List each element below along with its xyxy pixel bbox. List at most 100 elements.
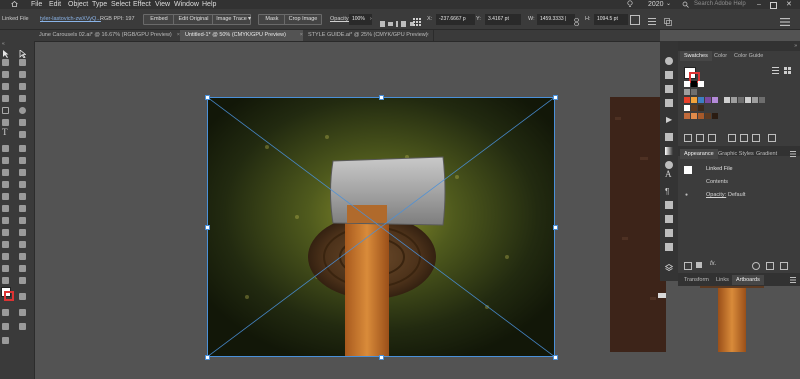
draw-normal-icon[interactable] [19, 309, 26, 316]
blob-brush-tool-icon[interactable] [19, 119, 26, 126]
tab-color-guide[interactable]: Color Guide [730, 51, 767, 61]
swatch-libraries-icon[interactable] [684, 134, 692, 142]
workspace-year[interactable]: 2020 [648, 0, 664, 9]
blend-tool-icon[interactable] [2, 241, 9, 248]
swatch[interactable] [684, 89, 690, 95]
add-effect-label[interactable]: fx. [710, 261, 716, 267]
stroke-swatch[interactable] [4, 291, 14, 301]
constrain-proportions-icon[interactable] [574, 15, 579, 26]
more-options-icon[interactable] [648, 15, 656, 25]
menu-help[interactable]: Help [202, 0, 216, 9]
selection-tool-icon[interactable] [2, 45, 9, 58]
handle-middle-right[interactable] [553, 225, 558, 230]
swatch[interactable] [691, 113, 697, 119]
measure-tool-icon[interactable] [19, 229, 26, 236]
graph-tool-icon[interactable] [2, 265, 9, 272]
color-panel-icon[interactable] [665, 57, 673, 65]
menu-select[interactable]: Select [111, 0, 130, 9]
direct-selection-tool-icon[interactable] [19, 45, 27, 59]
swatch[interactable] [684, 81, 690, 87]
tab-artboards[interactable]: Artboards [732, 275, 764, 285]
close-icon[interactable]: ✕ [786, 0, 792, 9]
artboard-tool-icon[interactable] [2, 277, 9, 284]
rotate-tool-icon[interactable] [2, 157, 9, 164]
swatch[interactable] [698, 113, 704, 119]
swatch[interactable] [691, 105, 697, 111]
reference-point-icon[interactable] [413, 15, 421, 26]
appearance-contents-label[interactable]: Contents [706, 179, 728, 185]
swatch[interactable] [691, 97, 697, 103]
live-paint-tool-icon[interactable] [19, 193, 26, 200]
gradient-tool-icon[interactable] [19, 217, 26, 224]
add-stroke-icon[interactable] [684, 262, 692, 270]
appearance-menu-icon[interactable] [790, 151, 796, 157]
swatch[interactable] [731, 97, 737, 103]
rectangle-tool-icon[interactable] [2, 107, 9, 114]
more-tools-icon[interactable] [19, 323, 26, 330]
reflect-tool-icon[interactable] [19, 157, 26, 164]
swatch[interactable] [705, 113, 711, 119]
tab-links[interactable]: Links [712, 275, 733, 285]
pathfinder-icon[interactable] [665, 243, 673, 251]
eraser-tool-icon[interactable] [2, 145, 9, 152]
opacity-chevron-icon[interactable]: › [370, 9, 372, 29]
shear-tool-icon[interactable] [19, 169, 26, 176]
stroke-panel-icon[interactable] [665, 133, 673, 141]
image-trace-button[interactable]: Image Trace [212, 14, 251, 25]
lightbulb-icon[interactable] [627, 0, 633, 8]
swatch[interactable] [684, 113, 690, 119]
scale-tool-icon[interactable] [2, 169, 9, 176]
swatch[interactable] [684, 97, 690, 103]
handle-bottom-right[interactable] [553, 355, 558, 360]
swatch[interactable] [698, 97, 704, 103]
delete-item-icon[interactable] [780, 262, 788, 270]
swatch[interactable] [698, 81, 704, 87]
transform-icon[interactable] [630, 15, 640, 25]
mask-button[interactable]: Mask [258, 14, 286, 25]
shape-builder-tool-icon[interactable] [2, 193, 9, 200]
arc-tool-icon[interactable] [19, 95, 26, 102]
appearance-opacity-label[interactable]: Opacity: [706, 192, 726, 198]
swap-fill-stroke-icon[interactable] [19, 293, 26, 300]
swatch[interactable] [712, 97, 718, 103]
type-tool-icon[interactable]: T [2, 127, 8, 137]
magic-wand-tool-icon[interactable] [2, 59, 9, 66]
ellipse-tool-icon[interactable] [19, 107, 26, 114]
handle-top-left[interactable] [205, 95, 210, 100]
menu-file[interactable]: File [31, 0, 42, 9]
scissors-tool-icon[interactable] [19, 145, 26, 152]
chevron-down-icon[interactable]: ⌄ [666, 0, 671, 9]
handle-middle-left[interactable] [205, 225, 210, 230]
swatch[interactable] [691, 81, 697, 87]
new-swatch-icon[interactable] [740, 134, 748, 142]
tab-color[interactable]: Color [710, 51, 731, 61]
add-anchor-tool-icon[interactable] [19, 71, 26, 78]
libraries-icon[interactable] [665, 71, 673, 79]
layers-icon[interactable] [664, 259, 674, 271]
swatch[interactable] [698, 105, 704, 111]
swatch[interactable] [759, 97, 765, 103]
delete-swatch-icon[interactable] [768, 134, 776, 142]
tab-transform[interactable]: Transform [680, 275, 713, 285]
paintbrush-tool-icon[interactable] [2, 119, 9, 126]
menu-view[interactable]: View [155, 0, 170, 9]
touch-type-tool-icon[interactable] [19, 131, 26, 138]
h-field[interactable]: 1094.5 pt [594, 14, 628, 25]
file-name-link[interactable]: tyler-lastovich-zwXVyQ... [40, 9, 101, 29]
maximize-button[interactable] [770, 2, 777, 9]
swatch[interactable] [691, 89, 697, 95]
panel-menu-icon[interactable] [780, 15, 790, 26]
menu-effect[interactable]: Effect [133, 0, 151, 9]
tab-gradient[interactable]: Gradient [752, 149, 781, 159]
handle-bottom-middle[interactable] [379, 355, 384, 360]
swatches-icon[interactable] [665, 85, 673, 93]
screen-mode-icon[interactable] [2, 323, 9, 330]
menu-object[interactable]: Object [68, 0, 88, 9]
handle-top-right[interactable] [553, 95, 558, 100]
curvature-tool-icon[interactable] [2, 83, 9, 90]
symbol-sprayer-tool-icon[interactable] [2, 253, 9, 260]
visibility-eye-icon[interactable]: ● [685, 192, 688, 198]
handle-top-middle[interactable] [379, 95, 384, 100]
eyedropper-tool-icon[interactable] [2, 229, 9, 236]
perspective-grid-tool-icon[interactable] [2, 205, 9, 212]
